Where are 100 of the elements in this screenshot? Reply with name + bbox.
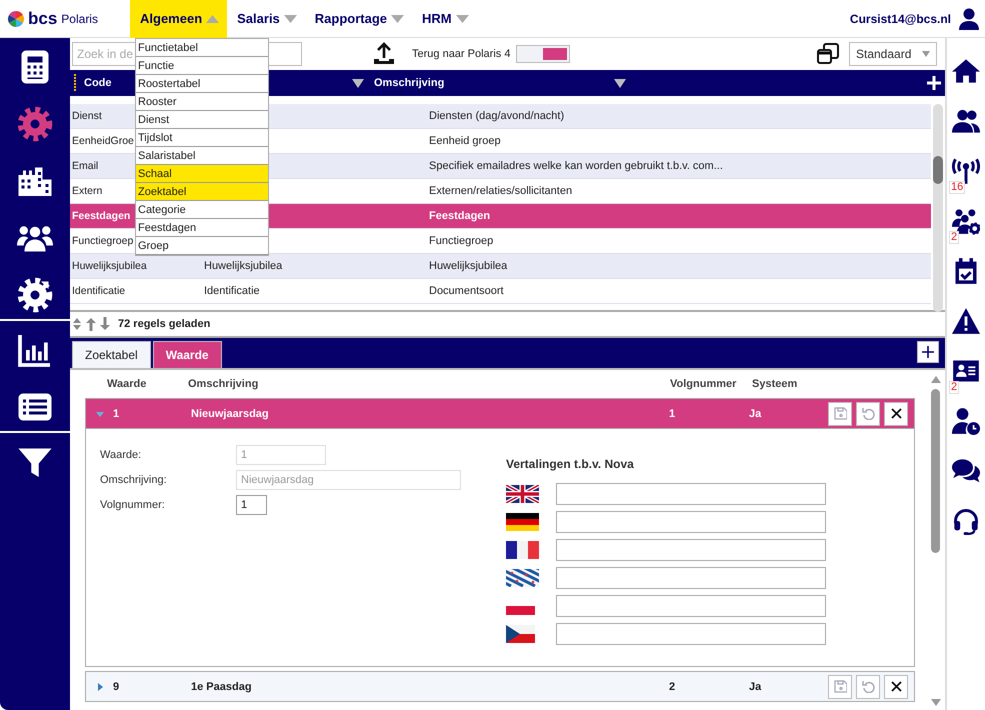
field-label: Waarde: (100, 449, 142, 461)
column-header[interactable]: Volgnummer (670, 378, 752, 390)
brand-name: bcs (28, 8, 58, 28)
count-badge: 16 (949, 181, 966, 194)
headset-icon[interactable] (952, 506, 980, 534)
add-icon[interactable] (927, 76, 941, 90)
grip-icon[interactable] (73, 74, 77, 92)
product-name: Polaris (61, 12, 98, 26)
sort-arrows-icon[interactable] (72, 317, 112, 331)
input-field[interactable]: 1 (236, 495, 267, 515)
close-icon (890, 680, 902, 693)
record-cell: Ja (749, 680, 762, 692)
tab[interactable]: Zoektabel (72, 341, 151, 368)
count-badge: 2 (949, 231, 960, 244)
logo-icon (8, 10, 24, 26)
table-cell: Functiegroep (72, 235, 134, 247)
close-button[interactable] (884, 674, 908, 698)
menu-item[interactable]: Schaal (136, 165, 268, 183)
input-field[interactable] (556, 567, 826, 589)
home-icon[interactable] (952, 56, 980, 84)
table-cell: Email (72, 160, 98, 172)
record-cell: 2 (669, 680, 676, 692)
table-cell: Functiegroep (429, 235, 494, 247)
column-header[interactable]: Systeem (752, 378, 798, 390)
count-badge: 2 (949, 381, 960, 394)
table-cell: EenheidGroe (72, 135, 134, 147)
gear-icon[interactable] (17, 276, 53, 312)
sort-down-icon[interactable] (352, 78, 364, 88)
user-clock-icon[interactable] (952, 406, 980, 434)
table-cell: Huwelijksjubilea (204, 260, 282, 272)
record-header[interactable]: 9 1e Paasdag 2 Ja (86, 672, 914, 701)
record-cell: Ja (749, 408, 762, 420)
scrollbar[interactable] (933, 104, 943, 312)
input-field[interactable] (556, 595, 826, 617)
view-select[interactable]: Standaard (849, 42, 937, 66)
table-cell: Extern (72, 185, 102, 197)
add-button[interactable] (917, 340, 939, 362)
record-cell: 1e Paasdag (191, 680, 252, 692)
column-header[interactable]: Omschrijving (374, 77, 444, 89)
close-button[interactable] (884, 402, 908, 426)
warning-icon[interactable] (952, 306, 980, 334)
menu-item[interactable]: Salaris (227, 0, 305, 38)
record-cell: 1 (669, 408, 676, 420)
menu-item[interactable]: Rapportage (304, 0, 412, 38)
toggle-switch[interactable] (516, 45, 570, 63)
plus-icon (922, 346, 934, 358)
close-icon (890, 407, 902, 420)
german-flag-icon (506, 513, 539, 531)
windows-icon[interactable] (817, 43, 839, 65)
chat-icon[interactable] (952, 456, 980, 484)
table-cell: Specifiek emailadres welke kan worden gebruikt t.b.v. com... (429, 160, 723, 172)
tab[interactable]: Waarde (152, 341, 222, 368)
scroll-down-icon[interactable] (931, 699, 941, 706)
french-flag-icon (506, 541, 539, 559)
input-field[interactable] (556, 539, 826, 561)
record-cell: 9 (113, 680, 120, 692)
table-cell: Huwelijksjubilea (72, 260, 147, 272)
undo-icon (862, 680, 874, 693)
table-cell: Identificatie (204, 285, 260, 297)
user-email: Cursist14@bcs.nl (850, 12, 951, 26)
field-label: Omschrijving: (100, 474, 168, 486)
caret-down-icon (456, 14, 469, 22)
table-cell: Diensten (dag/avond/nacht) (429, 110, 564, 122)
field-label: Volgnummer: (100, 499, 166, 511)
scrollbar[interactable] (931, 389, 940, 553)
table-cell: Documentsoort (429, 285, 504, 297)
table-row[interactable]: Identificatie Identificatie Documentsoort (70, 279, 931, 304)
menu-item[interactable]: Algemeen (130, 0, 228, 38)
caret-down-icon (922, 51, 930, 57)
record-cell: 1 (113, 408, 120, 420)
table-cell: Identificatie (72, 285, 126, 297)
table-cell: Huwelijksjubilea (429, 260, 508, 272)
sort-down-icon[interactable] (614, 78, 626, 88)
menu-item[interactable]: Zoektabel (136, 183, 268, 201)
table-row[interactable]: Huwelijksjubilea Huwelijksjubilea Huwelijksjubilea (70, 254, 931, 279)
input-field[interactable] (556, 623, 826, 645)
menu-item[interactable]: HRM (412, 0, 477, 38)
caret-right-icon[interactable] (96, 682, 104, 690)
table-cell: Dienst (72, 110, 102, 122)
column-header[interactable]: Omschrijving (188, 378, 670, 390)
save-icon (834, 407, 846, 420)
czech-flag-icon (506, 625, 535, 643)
british-flag-icon (506, 485, 539, 503)
save-icon (834, 680, 846, 693)
settings-icon[interactable] (17, 106, 53, 142)
table-cell: Feestdagen (429, 210, 490, 222)
undo-icon (862, 407, 874, 420)
column-header[interactable]: Waarde (85, 378, 188, 390)
record-header[interactable]: 1 Nieuwjaarsdag 1 Ja (86, 399, 914, 428)
user-icon[interactable] (959, 8, 979, 30)
frisian-flag-icon (506, 569, 539, 587)
table-cell: Eenheid groep (429, 135, 501, 147)
table-cell: Externen/relaties/sollicitanten (429, 185, 572, 197)
upload-icon[interactable] (372, 42, 396, 66)
status-text: 72 regels geladen (118, 318, 210, 330)
polish-flag-icon (506, 606, 535, 615)
back-link[interactable]: Terug naar Polaris 4 (412, 48, 510, 60)
input-field[interactable] (556, 483, 826, 505)
scroll-up-icon[interactable] (931, 376, 941, 383)
input-field[interactable] (556, 511, 826, 533)
